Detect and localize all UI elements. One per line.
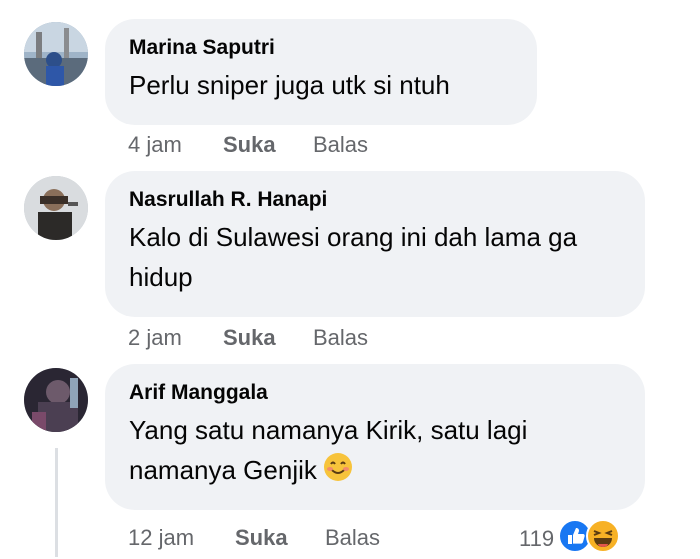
comment-time[interactable]: 4 jam: [128, 132, 223, 158]
comment-actions: 12 jam Suka Balas: [128, 523, 380, 553]
avatar[interactable]: [24, 176, 88, 240]
like-button[interactable]: Suka: [223, 132, 313, 158]
reaction-summary[interactable]: 119: [519, 519, 621, 559]
comment-time[interactable]: 12 jam: [128, 525, 235, 551]
comment-actions: 2 jam Suka Balas: [128, 323, 368, 353]
smiling-emoji-icon: [323, 452, 353, 493]
comment-bubble: Marina Saputri Perlu sniper juga utk si …: [105, 19, 537, 125]
avatar[interactable]: [24, 22, 88, 86]
avatar[interactable]: [24, 368, 88, 432]
comment-text: Yang satu namanya Kirik, satu lagi naman…: [129, 410, 599, 493]
reaction-count: 119: [519, 526, 555, 551]
avatar-photo-icon: [24, 22, 88, 86]
reply-button[interactable]: Balas: [313, 325, 368, 351]
like-button[interactable]: Suka: [223, 325, 313, 351]
reply-button[interactable]: Balas: [325, 525, 380, 551]
reply-button[interactable]: Balas: [313, 132, 368, 158]
comment-time[interactable]: 2 jam: [128, 325, 223, 351]
comment-author[interactable]: Arif Manggala: [129, 380, 621, 406]
haha-icon: [586, 519, 621, 559]
comment-bubble: Nasrullah R. Hanapi Kalo di Sulawesi ora…: [105, 171, 645, 317]
comment-author[interactable]: Marina Saputri: [129, 35, 513, 61]
thread-line: [55, 448, 58, 557]
comment-text: Kalo di Sulawesi orang ini dah lama ga h…: [129, 222, 578, 292]
comment-author[interactable]: Nasrullah R. Hanapi: [129, 187, 621, 213]
avatar-photo-icon: [24, 368, 88, 432]
comment-bubble: Arif Manggala Yang satu namanya Kirik, s…: [105, 364, 645, 510]
comment-text: Perlu sniper juga utk si ntuh: [129, 70, 450, 100]
comment-actions: 4 jam Suka Balas: [128, 130, 368, 160]
like-button[interactable]: Suka: [235, 525, 325, 551]
avatar-photo-icon: [24, 176, 88, 240]
